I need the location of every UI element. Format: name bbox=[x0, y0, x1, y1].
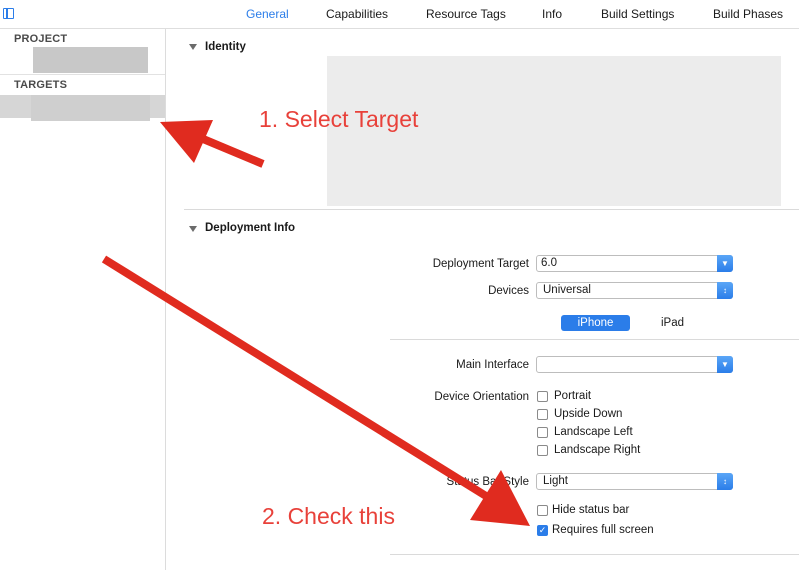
arrow-to-checkbox bbox=[101, 255, 530, 526]
annotation-step-1: 1. Select Target bbox=[259, 106, 419, 132]
arrow-to-target bbox=[160, 120, 265, 168]
annotation-step-2: 2. Check this bbox=[262, 503, 395, 529]
annotation-arrows bbox=[101, 120, 530, 526]
